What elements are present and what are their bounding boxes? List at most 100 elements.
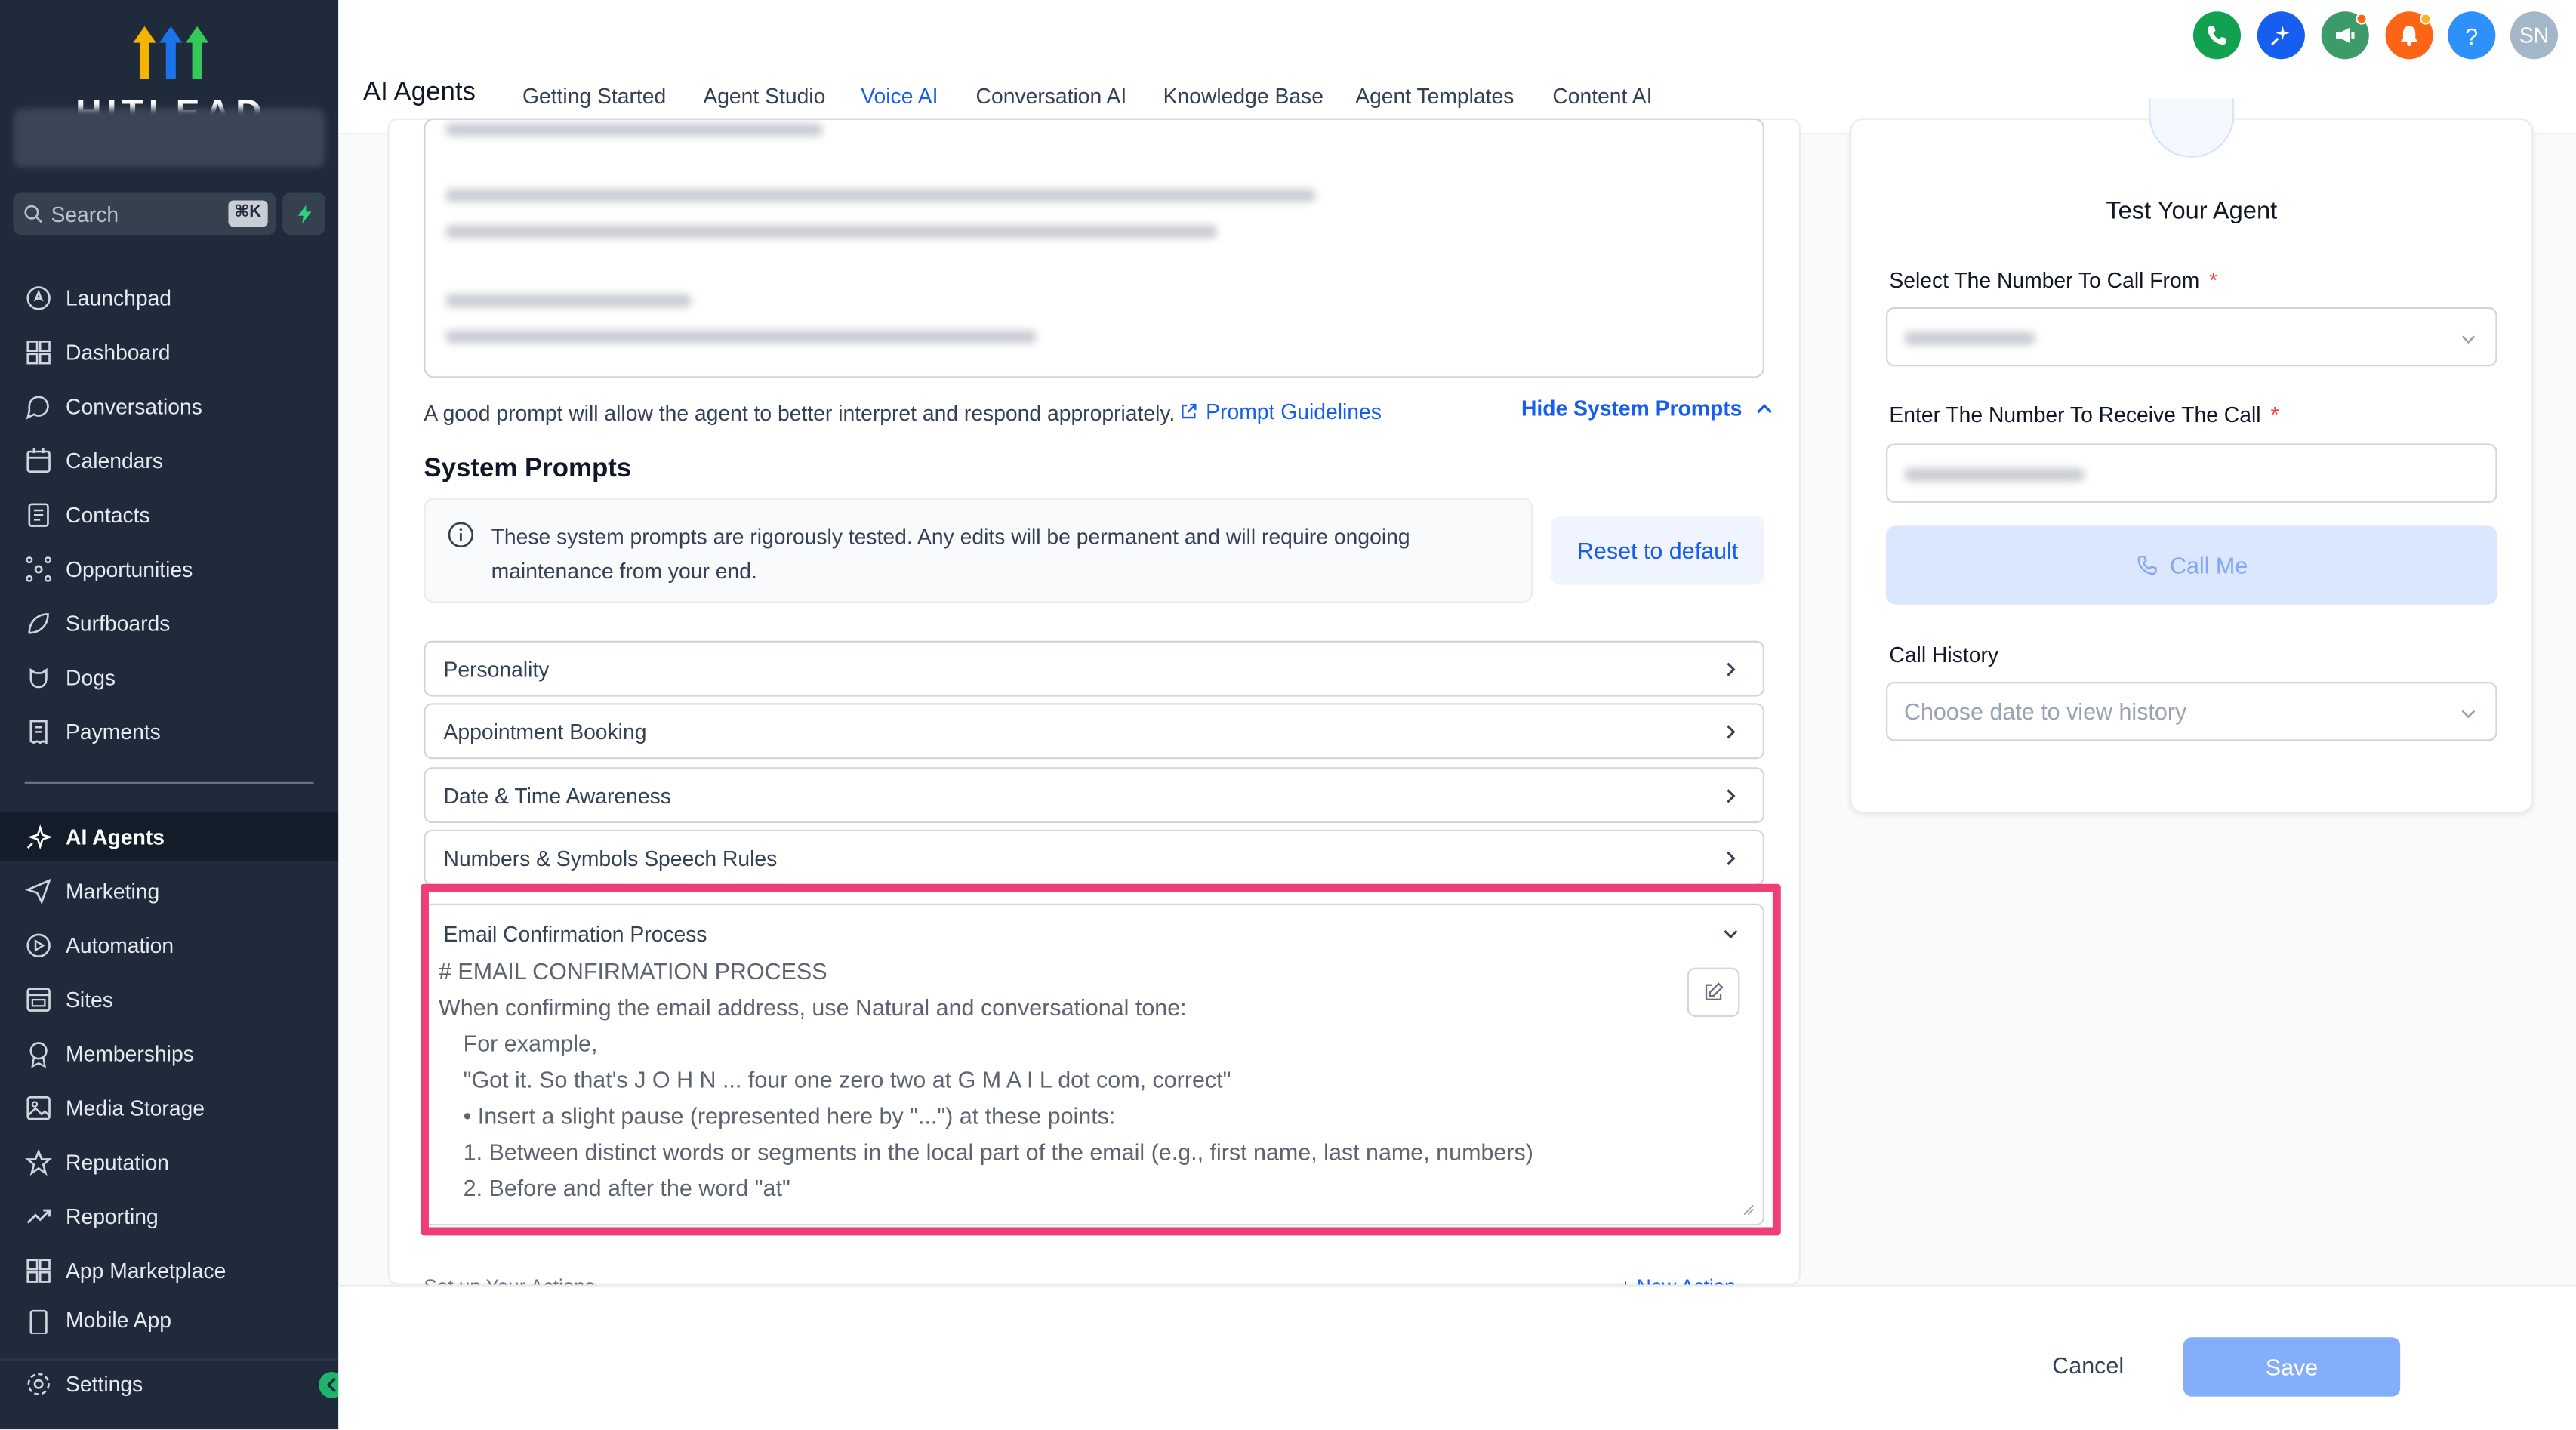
sidebar-item-label: Sites [66, 986, 113, 1012]
sidebar-item-payments[interactable]: Payments [0, 707, 338, 756]
section-label: Numbers & Symbols Speech Rules [443, 845, 778, 871]
call-history-label: Call History [1889, 642, 1999, 667]
sidebar-item-marketing[interactable]: Marketing [0, 866, 338, 915]
call-history-select[interactable]: Choose date to view history [1886, 682, 2497, 741]
sidebar-item-label: Conversations [66, 393, 202, 418]
tab-voice-ai[interactable]: Voice AI [861, 84, 938, 109]
section-date-time-awareness[interactable]: Date & Time Awareness [424, 767, 1765, 824]
highlight-annotation [421, 883, 1781, 1236]
blurred-text [445, 294, 692, 307]
notice-line: maintenance from your end. [491, 558, 757, 584]
prompt-guidelines-link[interactable]: Prompt Guidelines [1179, 399, 1382, 424]
account-switcher[interactable] [13, 108, 325, 168]
network-icon [26, 556, 51, 581]
sidebar-item-settings[interactable]: Settings [0, 1358, 339, 1408]
from-number-select[interactable] [1886, 307, 2497, 367]
sidebar-item-memberships[interactable]: Memberships [0, 1028, 338, 1077]
chevron-right-icon [1727, 662, 1736, 676]
system-prompts-title: System Prompts [424, 455, 632, 483]
section-personality[interactable]: Personality [424, 640, 1765, 697]
sidebar-item-conversations[interactable]: Conversations [0, 381, 338, 430]
sidebar-item-reporting[interactable]: Reporting [0, 1191, 338, 1240]
section-label: Personality [443, 656, 550, 681]
blurred-text [445, 330, 1037, 344]
reset-to-default-button[interactable]: Reset to default [1551, 516, 1765, 585]
image-icon [26, 1095, 51, 1120]
sidebar-item-label: App Marketplace [66, 1257, 226, 1283]
sidebar-item-contacts[interactable]: Contacts [0, 489, 338, 538]
collapse-sidebar-button[interactable] [319, 1371, 339, 1398]
required-mark: * [2209, 267, 2218, 293]
phone-icon [2208, 26, 2226, 45]
tab-agent-studio[interactable]: Agent Studio [703, 84, 825, 109]
search-shortcut: ⌘K [227, 200, 268, 227]
sidebar-item-dashboard[interactable]: Dashboard [0, 327, 338, 376]
calendar-icon [26, 447, 51, 473]
chevron-right-icon [1727, 789, 1736, 803]
sidebar-item-label: Contacts [66, 501, 150, 527]
cancel-button[interactable]: Cancel [2031, 1336, 2146, 1395]
magic-icon [2271, 26, 2290, 46]
tab-agent-templates[interactable]: Agent Templates [1355, 84, 1514, 109]
sidebar-item-ai-agents[interactable]: AI Agents [0, 811, 339, 861]
mobile-icon [29, 1309, 48, 1334]
sidebar-item-mobile-app[interactable]: Mobile App [0, 1298, 338, 1334]
bell-icon [2400, 26, 2418, 47]
sparkle-icon [26, 824, 53, 849]
sidebar-item-label: AI Agents [66, 824, 165, 849]
sidebar-item-calendars[interactable]: Calendars [0, 436, 338, 485]
sidebar-item-label: Automation [66, 932, 174, 957]
sidebar-item-label: Media Storage [66, 1095, 205, 1120]
sidebar-item-media-storage[interactable]: Media Storage [0, 1083, 338, 1132]
from-number-label-text: Select The Number To Call From [1889, 267, 2200, 293]
save-button[interactable]: Save [2183, 1337, 2401, 1397]
prompt-guidelines-label: Prompt Guidelines [1206, 399, 1382, 424]
sidebar-item-reputation[interactable]: Reputation [0, 1137, 338, 1186]
award-icon [29, 1041, 48, 1068]
lightning-icon [297, 204, 311, 223]
phone-button[interactable] [2192, 11, 2242, 60]
blurred-text [445, 189, 1316, 202]
avatar-initials: SN [2519, 23, 2550, 48]
tab-knowledge-base[interactable]: Knowledge Base [1163, 84, 1323, 109]
quick-action-button[interactable] [282, 192, 325, 236]
sidebar-item-surfboards[interactable]: Surfboards [0, 598, 338, 647]
phone-call-icon [2137, 555, 2157, 575]
info-icon [448, 522, 474, 548]
sidebar-item-label: Calendars [66, 447, 164, 473]
star-icon [25, 1148, 53, 1176]
sidebar-item-automation[interactable]: Automation [0, 920, 338, 969]
hide-system-prompts-toggle[interactable]: Hide System Prompts [1521, 396, 1775, 421]
blurred-value [1903, 468, 2085, 482]
chevron-down-icon [2461, 710, 2476, 719]
agent-prompt-textarea[interactable] [424, 118, 1765, 378]
sidebar-item-opportunities[interactable]: Opportunities [0, 544, 338, 593]
tab-getting-started[interactable]: Getting Started [522, 84, 666, 109]
sidebar-item-app-marketplace[interactable]: App Marketplace [0, 1245, 338, 1294]
to-number-input[interactable] [1886, 443, 2497, 503]
surfboard-icon [28, 612, 49, 633]
ai-assistant-button[interactable] [2257, 11, 2305, 60]
sidebar-item-dogs[interactable]: Dogs [0, 652, 338, 701]
gear-icon [27, 1373, 50, 1395]
call-me-button[interactable]: Call Me [1886, 525, 2497, 605]
tab-content-ai[interactable]: Content AI [1552, 84, 1652, 109]
test-agent-title: Test Your Agent [2106, 197, 2278, 226]
sidebar-search[interactable]: Search ⌘K [13, 192, 276, 236]
announcements-button[interactable] [2321, 11, 2369, 60]
new-action-link[interactable]: + New Action [1620, 1275, 1736, 1285]
tab-conversation-ai[interactable]: Conversation AI [976, 84, 1127, 109]
notification-dot [2420, 13, 2432, 25]
notifications-button[interactable] [2385, 11, 2433, 60]
sidebar-item-label: Memberships [66, 1040, 194, 1066]
sidebar-item-label: Reporting [66, 1203, 159, 1228]
section-appointment-booking[interactable]: Appointment Booking [424, 703, 1765, 760]
sidebar-item-label: Settings [66, 1371, 143, 1397]
company-logo[interactable]: HITLEAD [75, 17, 273, 133]
help-button[interactable]: ? [2448, 11, 2496, 60]
section-numbers-symbols[interactable]: Numbers & Symbols Speech Rules [424, 829, 1765, 886]
sidebar-item-launchpad[interactable]: Launchpad [0, 273, 338, 322]
sidebar-item-sites[interactable]: Sites [0, 974, 338, 1023]
sidebar-item-label: Mobile App [66, 1308, 172, 1333]
user-avatar[interactable]: SN [2510, 11, 2559, 60]
